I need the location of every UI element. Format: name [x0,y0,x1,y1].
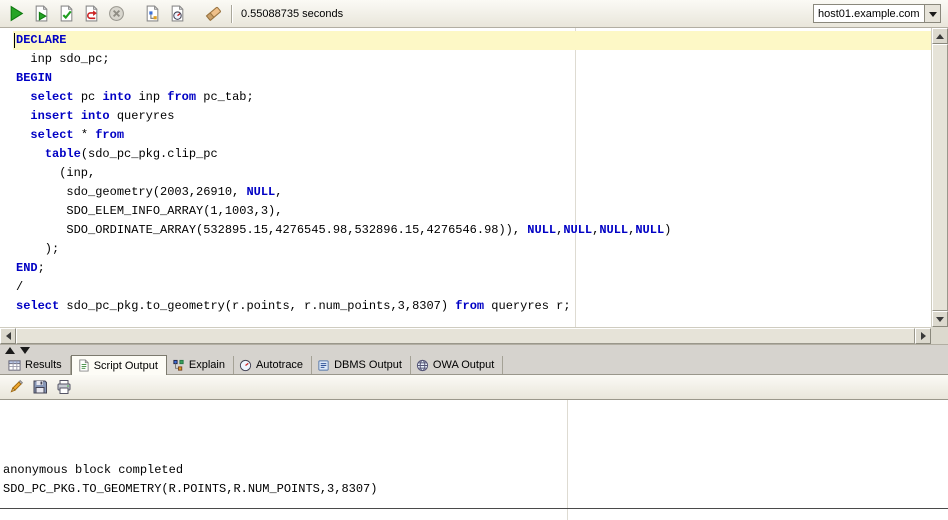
tab-results[interactable]: Results [3,356,71,374]
collapse-down-icon[interactable] [20,346,30,354]
clear-button[interactable] [202,3,224,25]
rollback-icon [83,5,100,22]
tab-label: Results [25,359,62,371]
tab-autotrace[interactable]: Autotrace [234,356,313,374]
save-icon [32,379,48,395]
tab-script-output[interactable]: Script Output [70,355,167,375]
column-underline [0,499,948,518]
chevron-down-icon[interactable] [924,5,940,22]
tab-label: OWA Output [432,359,495,371]
run-script-button[interactable] [30,3,52,25]
connection-value: host01.example.com [818,7,920,20]
code-editor[interactable]: DECLARE inp sdo_pc; BEGIN select pc into … [0,28,931,327]
tab-label: Script Output [93,359,158,372]
tab-label: Explain [188,359,225,371]
horizontal-scrollbar-thumb[interactable] [16,328,915,344]
scroll-left-button[interactable] [0,328,16,344]
code-line: select sdo_pc_pkg.to_geometry(r.points, … [16,299,571,313]
editor-vertical-scrollbar[interactable] [931,28,948,327]
scroll-right-button[interactable] [915,328,931,344]
pane-splitter[interactable] [0,344,948,355]
code-line: SDO_ELEM_INFO_ARRAY(1,1003,3), [16,204,283,218]
text-caret [14,33,15,48]
print-output-button[interactable] [53,377,74,398]
code-line: insert into queryres [30,109,175,123]
code-line: sdo_geometry(2003,26910, NULL, [16,185,283,199]
triangle-up-icon [936,30,944,39]
output-lines: anonymous block completed SDO_PC_PKG.TO_G… [0,461,948,520]
script-output-panel: anonymous block completed SDO_PC_PKG.TO_G… [0,400,948,520]
pencil-icon [8,379,24,395]
results-icon [8,359,21,372]
tab-label: DBMS Output [334,359,402,371]
triangle-left-icon [2,332,11,340]
code-line: ); [16,242,60,256]
code-line: select * from [30,128,125,142]
output-tabs: Results Script Output Explain Autotrace DBMS… [0,355,948,375]
commit-button[interactable] [55,3,77,25]
output-line: anonymous block completed [3,463,184,477]
eraser-icon [205,5,222,22]
rollback-button[interactable] [80,3,102,25]
triangle-down-icon [936,316,944,326]
run-statement-button[interactable] [5,3,27,25]
code-line: / [16,280,24,294]
tab-owa-output[interactable]: OWA Output [411,356,504,374]
autotrace-tab-icon [239,359,252,372]
tab-dbms-output[interactable]: DBMS Output [312,356,411,374]
print-icon [56,379,72,395]
autotrace-icon [169,5,186,22]
connection-select[interactable]: host01.example.com [813,4,941,23]
explain-plan-button[interactable] [141,3,163,25]
code-line: select pc into inp from pc_tab; [30,90,254,104]
execution-timer: 0.55088735 seconds [241,7,344,20]
run-icon [8,5,25,22]
code-lines: DECLARE inp sdo_pc; BEGIN select pc into … [0,28,931,316]
collapse-up-icon[interactable] [5,346,15,354]
main-toolbar: 0.55088735 seconds host01.example.com [0,0,948,28]
editor-horizontal-scrollbar[interactable] [0,327,931,344]
clear-output-button[interactable] [5,377,26,398]
script-output-icon [77,359,90,372]
tab-explain[interactable]: Explain [167,356,234,374]
commit-icon [58,5,75,22]
main-toolbar-buttons [5,3,224,25]
output-line: SDO_PC_PKG.TO_GEOMETRY(R.POINTS,R.NUM_PO… [3,482,378,496]
output-toolbar-buttons [5,377,74,398]
output-toolbar [0,375,948,400]
run-script-icon [33,5,50,22]
owa-output-icon [416,359,429,372]
explain-icon [172,359,185,372]
code-line: SDO_ORDINATE_ARRAY(532895.15,4276545.98,… [16,223,672,237]
code-line: table(sdo_pc_pkg.clip_pc [44,147,218,161]
code-line: END; [16,261,45,275]
sql-worksheet: DECLARE inp sdo_pc; BEGIN select pc into … [0,28,948,344]
autotrace-button[interactable] [166,3,188,25]
code-line-current: DECLARE [13,31,931,50]
dbms-output-icon [317,359,330,372]
triangle-right-icon [920,332,930,340]
scroll-up-button[interactable] [932,28,948,44]
explain-plan-icon [144,5,161,22]
code-line: (inp, [16,166,96,180]
toolbar-separator [231,4,232,23]
code-line: BEGIN [16,71,53,85]
cancel-icon [108,5,125,22]
code-line: inp sdo_pc; [16,52,110,66]
tab-label: Autotrace [255,359,304,371]
cancel-button[interactable] [105,3,127,25]
vertical-scrollbar-thumb[interactable] [932,44,948,311]
save-output-button[interactable] [29,377,50,398]
scroll-down-button[interactable] [932,311,948,327]
scrollbar-corner [931,327,948,344]
